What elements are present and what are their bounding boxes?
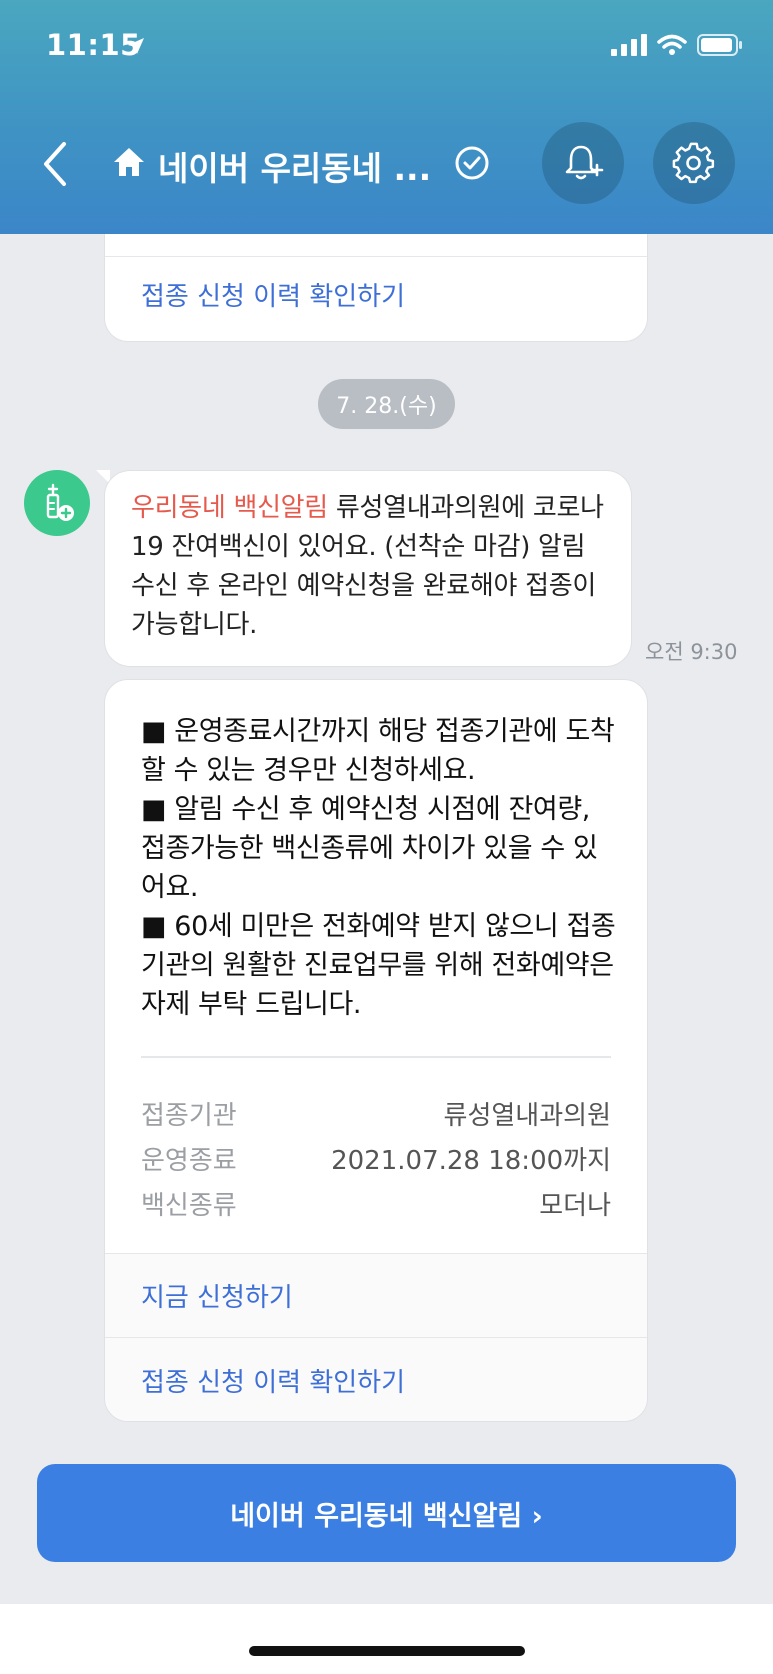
card-divider	[105, 256, 647, 257]
row-divider	[105, 1337, 647, 1338]
notice-list: ■ 운영종료시간까지 해당 접종기관에 도착할 수 있는 경우만 신청하세요. …	[141, 712, 621, 1024]
info-row-closing: 운영종료 2021.07.28 18:00까지	[141, 1140, 611, 1177]
info-row-vaccine-type: 백신종류 모더나	[141, 1185, 611, 1222]
message-bubble: 우리동네 백신알림 류성열내과의원에 코로나19 잔여백신이 있어요. (선착순…	[104, 470, 632, 667]
message-text: 우리동네 백신알림 류성열내과의원에 코로나19 잔여백신이 있어요. (선착순…	[131, 489, 613, 645]
info-key: 접종기관	[141, 1101, 237, 1131]
info-value: 2021.07.28 18:00까지	[331, 1146, 611, 1176]
history-link[interactable]: 접종 신청 이력 확인하기	[141, 1362, 405, 1399]
message-time: 오전 9:30	[645, 640, 738, 664]
history-link-previous[interactable]: 접종 신청 이력 확인하기	[141, 276, 405, 313]
info-divider	[141, 1056, 611, 1058]
verified-check-icon	[455, 146, 489, 180]
info-key: 백신종류	[141, 1191, 237, 1221]
vaccine-syringe-icon	[46, 483, 74, 521]
gear-icon	[672, 142, 715, 184]
vaccine-alert-main-button[interactable]: 네이버 우리동네 백신알림 ›	[37, 1464, 736, 1562]
notice-item: ■ 알림 수신 후 예약신청 시점에 잔여량, 접종가능한 백신종류에 차이가 …	[141, 794, 598, 903]
bell-plus-icon	[565, 145, 604, 180]
info-row-institution: 접종기관 류성열내과의원	[141, 1095, 611, 1132]
apply-now-link[interactable]: 지금 신청하기	[141, 1277, 293, 1314]
location-arrow-icon	[128, 38, 144, 54]
signal-icon	[611, 34, 647, 56]
previous-message-card: 접종 신청 이력 확인하기	[104, 234, 648, 342]
notification-settings-button[interactable]	[542, 122, 624, 204]
back-button[interactable]	[40, 140, 70, 188]
page-title: 네이버 우리동네 ...	[158, 149, 432, 188]
history-row[interactable]: 접종 신청 이력 확인하기	[105, 1338, 647, 1421]
wifi-icon	[657, 34, 687, 55]
settings-button[interactable]	[653, 122, 735, 204]
apply-row[interactable]: 지금 신청하기	[105, 1253, 647, 1337]
header-bar: 11:15 네이버 우리동네 ...	[0, 0, 773, 234]
home-icon	[114, 148, 144, 176]
notice-item: ■ 운영종료시간까지 해당 접종기관에 도착할 수 있는 경우만 신청하세요.	[141, 716, 615, 786]
date-divider: 7. 28.(수)	[318, 379, 455, 429]
status-indicators	[611, 34, 743, 56]
info-value: 모더나	[539, 1191, 611, 1221]
notice-item: ■ 60세 미만은 전화예약 받지 않으니 접종기관의 원활한 진료업무를 위해…	[141, 911, 616, 1020]
row-divider	[105, 1253, 647, 1254]
home-indicator[interactable]	[249, 1646, 525, 1656]
info-value: 류성열내과의원	[443, 1101, 611, 1131]
battery-icon	[697, 34, 742, 56]
message-tag: 우리동네 백신알림	[131, 493, 328, 523]
bottom-bar	[0, 1604, 773, 1674]
info-key: 운영종료	[141, 1146, 237, 1176]
vaccine-alert-avatar	[24, 470, 90, 536]
vaccine-info-card: ■ 운영종료시간까지 해당 접종기관에 도착할 수 있는 경우만 신청하세요. …	[104, 679, 648, 1422]
